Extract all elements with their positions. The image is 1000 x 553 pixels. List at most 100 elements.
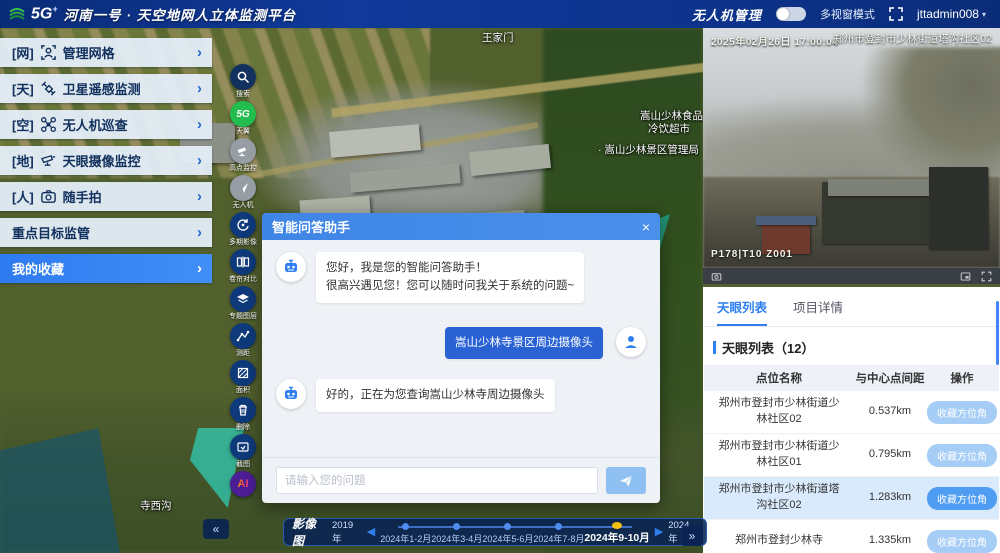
ai-icon: AI [237,478,249,490]
snapshot-icon[interactable] [711,271,722,282]
close-icon[interactable]: × [642,220,650,234]
measure-area-tool[interactable]: 面积 [230,360,256,394]
collapse-sidebar-button[interactable]: « [203,519,229,539]
distance-value: 1.335km [868,534,912,547]
timeline-stop[interactable]: 2024年3-4月 [431,519,482,545]
message-bubble: 您好，我是您的智能问答助手！ 很高兴遇见您！您可以随时问我关于系统的问题~ [316,252,585,303]
screenshot-icon [237,442,249,452]
layers-icon [237,294,249,304]
panel-scrollbar[interactable] [996,301,999,365]
delete-tool[interactable]: 删除 [230,397,256,431]
thematic-layers-tool[interactable]: 专题图层 [229,286,257,320]
timeline-stop[interactable]: 2024年7-8月 [533,519,584,545]
live-video-feed[interactable]: 2025年02月26日 17:00:04 郑州市登封市少林街道塔沟社区02 P1… [703,28,1000,268]
drone-tool[interactable]: 无人机 [230,175,256,209]
map-label-shop2: 冷饮超市 [648,123,690,135]
table-header: 点位名称 与中心点间距 操作 [704,365,999,391]
left-sidebar: [网] 管理网格 › [天] 卫星遥感监测 › [空] 无人机巡查 › [地] … [0,38,212,290]
bot-avatar [276,379,306,410]
swipe-compare-tool[interactable]: 卷帘对比 [229,249,257,283]
cctv-icon [40,154,55,166]
user-menu[interactable]: jttadmin008 ▾ [917,7,986,21]
sidebar-item-key-targets[interactable]: 重点目标监管 › [0,218,212,247]
sidebar-item-grid[interactable]: [网] 管理网格 › [0,38,212,67]
timeline-prev-icon[interactable]: ◀ [367,526,375,538]
timeline-next-icon[interactable]: ▶ [655,526,663,538]
sidebar-item-snapshot[interactable]: [人] 随手拍 › [0,182,212,211]
dialog-title: 智能问答助手 [272,220,351,235]
brand-5g: 5G+ [31,4,58,23]
chevron-down-icon: ▾ [981,9,986,19]
camera-icon [40,190,56,203]
favorite-azimuth-button[interactable]: 收藏方位角 [927,443,997,467]
favorite-azimuth-button[interactable]: 收藏方位角 [927,486,997,510]
favorite-azimuth-button[interactable]: 收藏方位角 [927,400,997,424]
multi-period-imagery-tool[interactable]: 多期影像 [229,212,257,246]
username: jttadmin008 [916,7,979,21]
video-building [928,167,989,249]
send-button[interactable] [606,467,646,494]
chat-input[interactable] [276,467,598,494]
measure-distance-icon [236,330,250,342]
screenshot-tool[interactable]: 截图 [230,434,256,468]
timeline-stop[interactable]: 2024年9-10月 [584,519,650,545]
sidebar-item-label: 天眼摄像监控 [62,154,141,169]
favorite-azimuth-button[interactable]: 收藏方位角 [927,529,997,553]
message-bubble: 嵩山少林寺景区周边摄像头 [445,326,603,360]
timeline-stops: 2024年1-2月 2024年3-4月 2024年5-6月 2024年7-8月 [380,519,650,545]
distance-value: 0.795km [868,448,912,461]
highpoint-camera-tool[interactable]: 高点监控 [229,138,257,172]
expand-panel-button[interactable]: » [681,526,703,546]
tab-skyeye-list[interactable]: 天眼列表 [717,297,768,326]
multiview-toggle[interactable] [775,7,806,21]
sidebar-item-satellite[interactable]: [天] 卫星遥感监测 › [0,74,212,103]
swipe-compare-icon [236,256,250,268]
measure-distance-tool[interactable]: 测距 [230,323,256,357]
col-site-name: 点位名称 [756,373,802,385]
sidebar-item-favorites[interactable]: 我的收藏 › [0,254,212,283]
chevron-right-icon: › [197,116,202,133]
multi-imagery-icon [237,219,249,231]
sidebar-item-drone[interactable]: [空] 无人机巡查 › [0,110,212,139]
drone-icon [40,117,56,132]
dialog-header: 智能问答助手 × [262,213,660,240]
table-row[interactable]: 郑州市登封市少林街道少林社区02 0.537km 收藏方位角 [704,391,999,434]
table-row[interactable]: 郑州市登封市少林街道少林社区01 0.795km 收藏方位角 [704,434,999,477]
timeline-stop[interactable]: 2024年1-2月 [380,519,431,545]
sidebar-item-label: 重点目标监管 [12,226,91,241]
video-roof [756,216,816,225]
timeline-label: 影像图 [292,517,317,548]
bot-message: 好的，正在为您查询嵩山少林寺周边摄像头 [276,379,646,412]
uav-management-label[interactable]: 无人机管理 [692,5,762,24]
video-camera-name: 郑州市登封市少林街道塔沟社区02 [833,33,992,45]
qa-assistant-dialog: 智能问答助手 × 您好，我是您的智能问答助手！ 很高兴遇见您！您可以随时问我关于… [262,213,660,503]
search-tool[interactable]: 搜索 [230,64,256,98]
platform-logo-icon [9,8,25,20]
person-icon [625,335,637,348]
tab-project-details[interactable]: 项目详情 [793,297,843,326]
ai-assistant-tool[interactable]: AI [230,471,256,498]
map-toolbar: 搜索 5G 天翼 高点监控 无人机 多期影像 卷帘对比 专题图层 测距 面积 删… [226,64,260,501]
fullscreen-icon[interactable] [981,271,992,282]
sidebar-item-cctv[interactable]: [地] 天眼摄像监控 › [0,146,212,175]
site-name: 郑州市登封市少林街道少林社区01 [718,440,840,468]
timeline-dot [453,523,461,530]
chevron-right-icon: › [197,80,202,97]
sidebar-item-label: 我的收藏 [12,262,65,277]
app-root: 王家门 嵩山少林食品 冷饮超市 · 嵩山少林景区管理局 寺西沟 5G+ 河南一号… [0,0,1000,553]
fullscreen-icon[interactable] [889,7,903,21]
pip-icon[interactable] [960,271,971,282]
5g-tool[interactable]: 5G 天翼 [230,101,256,135]
col-actions: 操作 [950,373,974,385]
timeline-stop[interactable]: 2024年5-6月 [482,519,533,545]
chat-footer [262,457,660,503]
table-body: 郑州市登封市少林街道少林社区02 0.537km 收藏方位角 郑州市登封市少林街… [703,391,1000,553]
multiview-label: 多视窗模式 [819,9,875,21]
table-row[interactable]: 郑州市登封少林寺 1.335km 收藏方位角 [704,520,999,553]
grid-person-icon [40,45,56,60]
chevron-right-icon: › [197,260,202,277]
imagery-timeline: 影像图 2019年 ◀ 2024年1-2月 2024年3-4月 2024年5-6… [283,517,707,548]
brand: 5G+ [0,4,58,23]
table-row[interactable]: 郑州市登封市少林街道塔沟社区02 1.283km 收藏方位角 [704,477,999,520]
cctv-icon [237,147,246,157]
